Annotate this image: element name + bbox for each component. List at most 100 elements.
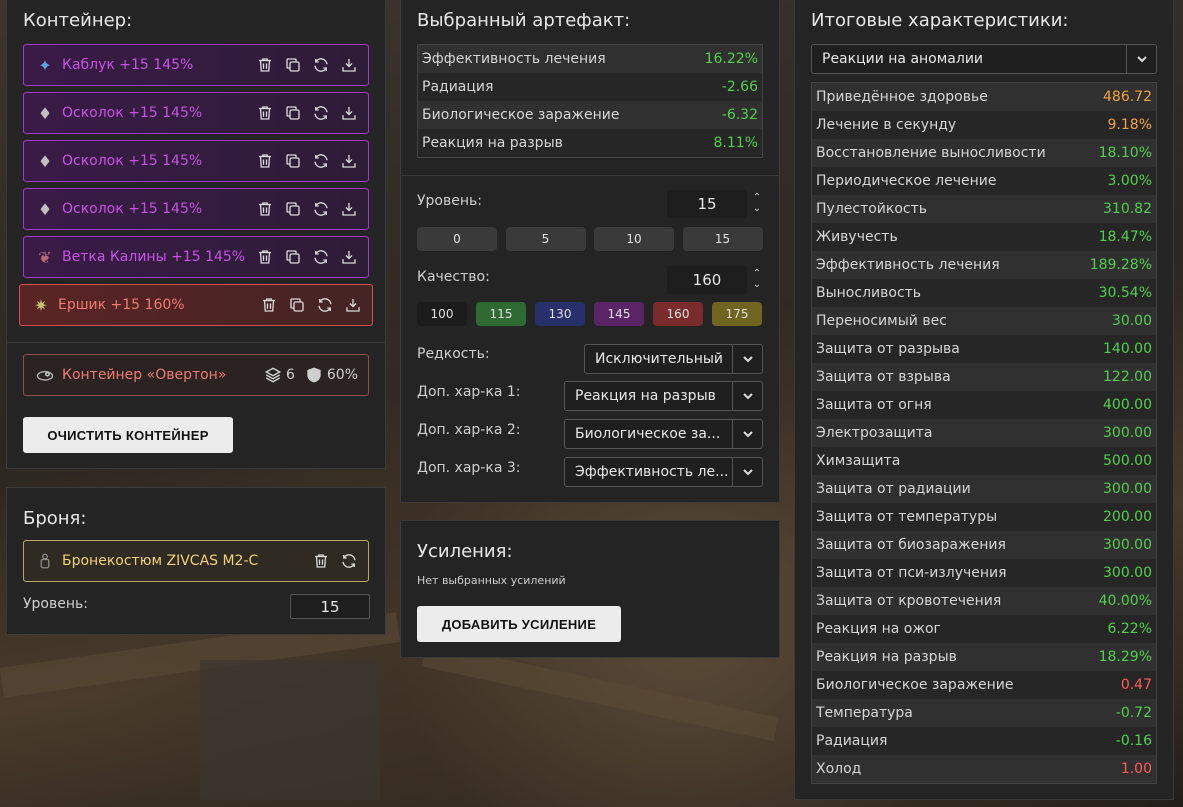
extra2-select[interactable]: Биологическое за... xyxy=(564,419,763,449)
container-icon xyxy=(34,364,56,386)
stat-label: Защита от разрыва xyxy=(816,341,960,357)
stat-value: 18.29% xyxy=(1098,649,1152,665)
delete-icon[interactable] xyxy=(254,150,276,172)
stat-label: Эффективность лечения xyxy=(422,51,606,67)
extra3-value: Эффективность ле... xyxy=(575,464,729,480)
rarity-select[interactable]: Исключительный xyxy=(584,344,763,374)
download-icon[interactable] xyxy=(338,150,360,172)
replace-icon[interactable] xyxy=(338,550,360,572)
container-slot[interactable]: ❦ Ветка Калины +15 145% xyxy=(23,236,369,278)
copy-icon[interactable] xyxy=(282,246,304,268)
summary-stat-row: Защита от огня 400.00 xyxy=(812,391,1156,419)
vetka-artifact-icon: ❦ xyxy=(38,247,52,267)
quality-preset-button[interactable]: 145 xyxy=(594,302,644,326)
summary-stat-row: Реакция на ожог 6.22% xyxy=(812,615,1156,643)
summary-stat-row: Защита от разрыва 140.00 xyxy=(812,335,1156,363)
download-icon[interactable] xyxy=(338,102,360,124)
extra2-label: Доп. хар-ка 2: xyxy=(417,422,521,438)
quality-preset-button[interactable]: 130 xyxy=(535,302,585,326)
stat-label: Радиация xyxy=(422,79,494,95)
artifact-level-input[interactable]: 15 xyxy=(667,190,747,218)
stat-label: Защита от радиации xyxy=(816,481,971,497)
level-preset-button[interactable]: 15 xyxy=(682,227,763,251)
background-radio-device xyxy=(200,660,380,800)
summary-stat-row: Приведённое здоровье 486.72 xyxy=(812,83,1156,111)
container-slot[interactable]: ♦ Осколок +15 145% xyxy=(23,188,369,230)
stat-label: Выносливость xyxy=(816,285,922,301)
slot-name: Осколок +15 145% xyxy=(62,105,203,121)
stat-value: 189.28% xyxy=(1089,257,1152,273)
delete-icon[interactable] xyxy=(310,550,332,572)
container-title: Контейнер: xyxy=(23,10,133,31)
copy-icon[interactable] xyxy=(282,54,304,76)
copy-icon[interactable] xyxy=(286,294,308,316)
summary-stat-row: Выносливость 30.54% xyxy=(812,279,1156,307)
container-item[interactable]: Контейнер «Овертон» 6 60% xyxy=(23,354,369,396)
stat-value: 30.54% xyxy=(1098,285,1152,301)
summary-filter-value: Реакции на аномалии xyxy=(822,51,984,67)
chevron-down-icon xyxy=(732,458,762,486)
artifact-quality-label: Качество: xyxy=(417,269,490,285)
stat-label: Защита от биозаражения xyxy=(816,537,1006,553)
armor-title: Броня: xyxy=(23,508,87,529)
stat-value: 500.00 xyxy=(1103,453,1152,469)
copy-icon[interactable] xyxy=(282,198,304,220)
armor-level-input[interactable]: 15 xyxy=(290,594,370,619)
download-icon[interactable] xyxy=(338,198,360,220)
artifact-level-spinner[interactable]: ⌃ ⌄ xyxy=(751,192,763,214)
quality-preset-button[interactable]: 100 xyxy=(417,302,467,326)
armor-panel: Броня: Бронекостюм ZIVCAS M2-C Уровень: … xyxy=(6,487,386,635)
download-icon[interactable] xyxy=(342,294,364,316)
stat-label: Переносимый вес xyxy=(816,313,947,329)
delete-icon[interactable] xyxy=(258,294,280,316)
extra1-select[interactable]: Реакция на разрыв xyxy=(564,381,763,411)
download-icon[interactable] xyxy=(338,246,360,268)
extra3-select[interactable]: Эффективность ле... xyxy=(564,457,763,487)
clear-container-button[interactable]: ОЧИСТИТЬ КОНТЕЙНЕР xyxy=(23,417,233,453)
slot-name: Каблук +15 145% xyxy=(62,57,194,73)
summary-stat-row: Живучесть 18.47% xyxy=(812,223,1156,251)
stat-value: 140.00 xyxy=(1103,341,1152,357)
replace-icon[interactable] xyxy=(310,102,332,124)
artifact-quality-spinner[interactable]: ⌃ ⌄ xyxy=(751,268,763,290)
container-slot[interactable]: ♦ Осколок +15 145% xyxy=(23,140,369,182)
container-panel: Контейнер: ✦ Каблук +15 145% ♦ Осколок +15 … xyxy=(6,0,386,469)
stat-label: Реакция на разрыв xyxy=(422,135,563,151)
container-slot[interactable]: ♦ Осколок +15 145% xyxy=(23,92,369,134)
replace-icon[interactable] xyxy=(310,150,332,172)
replace-icon[interactable] xyxy=(310,54,332,76)
boosts-title: Усиления: xyxy=(417,541,513,562)
summary-stat-row: Восстановление выносливости 18.10% xyxy=(812,139,1156,167)
quality-preset-button[interactable]: 115 xyxy=(476,302,526,326)
copy-icon[interactable] xyxy=(282,102,304,124)
stat-value: -0.16 xyxy=(1115,733,1152,749)
download-icon[interactable] xyxy=(338,54,360,76)
copy-icon[interactable] xyxy=(282,150,304,172)
add-boost-button[interactable]: ДОБАВИТЬ УСИЛЕНИЕ xyxy=(417,606,621,642)
quality-preset-button[interactable]: 175 xyxy=(712,302,762,326)
armor-suit-icon xyxy=(34,550,56,572)
artifact-panel: Выбранный артефакт: Эффективность лечени… xyxy=(400,0,780,503)
replace-icon[interactable] xyxy=(310,246,332,268)
container-slot[interactable]: ✷ Ершик +15 160% xyxy=(19,284,373,326)
summary-stat-row: Холод 1.00 xyxy=(812,755,1156,783)
slot-name: Осколок +15 145% xyxy=(62,153,203,169)
level-preset-button[interactable]: 10 xyxy=(594,227,674,251)
armor-item[interactable]: Бронекостюм ZIVCAS M2-C xyxy=(23,540,369,582)
stat-value: 8.11% xyxy=(713,135,758,151)
stat-value: -0.72 xyxy=(1115,705,1152,721)
level-preset-button[interactable]: 0 xyxy=(417,227,497,251)
replace-icon[interactable] xyxy=(310,198,332,220)
shield-icon xyxy=(303,364,325,386)
artifact-quality-input[interactable]: 160 xyxy=(667,266,747,294)
replace-icon[interactable] xyxy=(314,294,336,316)
delete-icon[interactable] xyxy=(254,54,276,76)
level-preset-button[interactable]: 5 xyxy=(505,227,586,251)
delete-icon[interactable] xyxy=(254,102,276,124)
delete-icon[interactable] xyxy=(254,198,276,220)
container-slot[interactable]: ✦ Каблук +15 145% xyxy=(23,44,369,86)
delete-icon[interactable] xyxy=(254,246,276,268)
summary-stat-row: Периодическое лечение 3.00% xyxy=(812,167,1156,195)
quality-preset-button[interactable]: 160 xyxy=(653,302,703,326)
summary-filter-select[interactable]: Реакции на аномалии xyxy=(811,44,1157,74)
